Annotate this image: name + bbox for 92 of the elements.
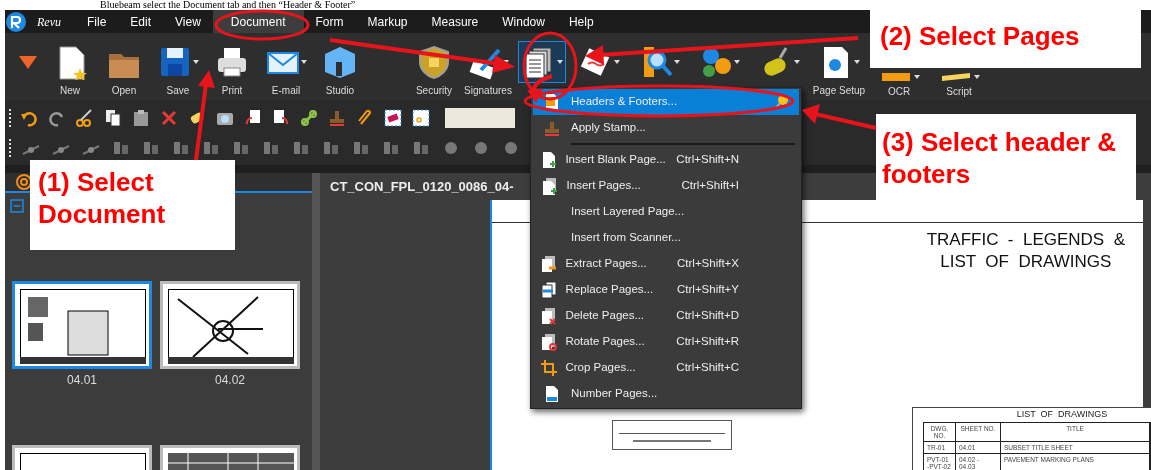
cube-icon <box>322 44 358 80</box>
caret-icon <box>794 60 800 64</box>
button-label: New <box>60 85 80 97</box>
scissors-icon[interactable] <box>75 107 95 128</box>
button-label: Signatures <box>464 85 512 97</box>
dropdown-triangle-icon <box>19 56 37 69</box>
menu-tab[interactable]: Help <box>556 10 606 33</box>
caret-icon <box>974 75 980 79</box>
ribbon-button[interactable]: Save <box>154 41 202 97</box>
menu-item[interactable]: Apply Stamp... <box>533 115 799 141</box>
menu-item[interactable]: Rotate Pages... Ctrl+Shift+R <box>533 329 799 355</box>
button-label: Script <box>946 86 972 98</box>
pointer-arrow <box>527 74 553 103</box>
ribbon-button[interactable]: Script <box>935 70 983 98</box>
shortcut-text: Ctrl+Shift+N <box>676 152 739 168</box>
menu-item[interactable]: Number Pages... <box>533 381 799 407</box>
shortcut-text: Ctrl+Shift+I <box>681 178 739 194</box>
menu-item[interactable]: Insert Pages... Ctrl+Shift+I <box>533 173 799 199</box>
add-page-icon <box>540 151 559 169</box>
replace-pages-icon <box>540 281 559 299</box>
button-label: Save <box>166 85 190 97</box>
button-label: E-mail <box>271 85 301 97</box>
table-title: LIST OF DRAWINGS <box>1015 408 1109 421</box>
menu-tab[interactable]: Form <box>303 10 356 33</box>
page-thumbnail[interactable] <box>12 281 152 369</box>
input-field[interactable] <box>445 107 515 128</box>
caret-icon <box>614 60 620 64</box>
menu-item[interactable]: Replace Pages... Ctrl+Shift+Y <box>533 277 799 303</box>
button-label: OCR <box>887 86 911 98</box>
shortcut-text: Ctrl+Shift+R <box>676 334 739 350</box>
copy-icon[interactable] <box>103 107 123 128</box>
ribbon-button[interactable]: New <box>49 41 91 97</box>
delete-pages-icon <box>540 307 559 325</box>
ribbon-button[interactable]: E-mail <box>262 41 310 97</box>
page-stack-button[interactable] <box>518 41 566 83</box>
caret-icon <box>914 75 920 79</box>
callout-label: (1) Select Document <box>30 160 235 250</box>
button-label: Studio <box>325 85 355 97</box>
callout-label: (2) Select Pages <box>870 10 1141 68</box>
page-thumbnail[interactable] <box>160 281 300 369</box>
ribbon-button[interactable]: Security <box>413 41 455 97</box>
pin-icon[interactable] <box>773 94 789 110</box>
stamp-icon <box>543 119 561 137</box>
ribbon-button[interactable]: Open <box>103 41 145 97</box>
caption-text: Bluebeam select the Document tab and then “Header & Footer” <box>100 0 356 10</box>
caret-icon <box>557 60 563 64</box>
rotate-pages-icon <box>540 333 559 351</box>
menu-tab[interactable]: File <box>75 10 119 33</box>
menu-item[interactable]: Extract Pages... Ctrl+Shift+X <box>533 251 799 277</box>
caret-icon <box>854 60 860 64</box>
menu-item[interactable]: Crop Pages... Ctrl+Shift+C <box>533 355 799 381</box>
ribbon-button[interactable]: Page Setup <box>812 41 866 97</box>
shortcut-text: Ctrl+Shift+D <box>676 308 739 324</box>
shortcut-text: Ctrl+Shift+C <box>676 360 739 376</box>
link-icon[interactable] <box>299 107 319 128</box>
sheet-name-tab[interactable]: CT_CON_FPL_0120_0086_04- <box>330 176 514 197</box>
button-label: Print <box>221 85 243 97</box>
sheet-title: TRAFFIC - LEGENDS & LIST OF DRAWINGS <box>926 229 1125 273</box>
app-logo-text: Revu <box>37 13 61 31</box>
ribbon-button[interactable]: OCR <box>875 70 923 98</box>
button-label: Open <box>111 85 137 97</box>
numbered-page-icon <box>543 385 561 403</box>
button-label: Security <box>415 85 453 97</box>
shortcut-text: Ctrl+Shift+X <box>677 256 739 272</box>
caret-icon <box>193 60 199 64</box>
button-label: Page Setup <box>812 85 866 97</box>
add-pages-icon <box>540 177 559 195</box>
caret-icon <box>674 60 680 64</box>
shield-icon <box>416 44 452 80</box>
spiral-icon[interactable] <box>15 173 33 191</box>
clipboard-icon[interactable] <box>131 107 151 128</box>
menu-tab[interactable]: Window <box>490 10 557 33</box>
cut-selection-icon[interactable] <box>411 107 431 128</box>
extract-pages-icon <box>540 255 559 273</box>
caret-icon <box>734 60 740 64</box>
menu-item[interactable]: Insert from Scanner... <box>533 225 799 251</box>
menu-item[interactable]: Insert Layered Page... <box>533 199 799 225</box>
page-label: 04.01 <box>67 372 97 389</box>
ribbon-button[interactable]: Studio <box>319 41 361 97</box>
crop-icon <box>540 359 559 377</box>
page-label: 04.02 <box>215 372 245 389</box>
menu-tab[interactable]: Edit <box>118 10 163 33</box>
menu-item[interactable]: Insert Blank Page... Ctrl+Shift+N <box>533 147 799 173</box>
menu-tab[interactable]: View <box>163 10 213 33</box>
menu-tab[interactable]: Measure <box>419 10 491 33</box>
app-logo-icon <box>5 10 27 33</box>
shortcut-text: Ctrl+Shift+Y <box>677 282 739 298</box>
eraser-icon[interactable] <box>383 107 403 128</box>
menu-item[interactable]: Delete Pages... Ctrl+Shift+D <box>533 303 799 329</box>
menu-tab[interactable]: Markup <box>355 10 420 33</box>
caret-icon <box>301 60 307 64</box>
ribbon-button[interactable]: Print <box>211 41 253 97</box>
